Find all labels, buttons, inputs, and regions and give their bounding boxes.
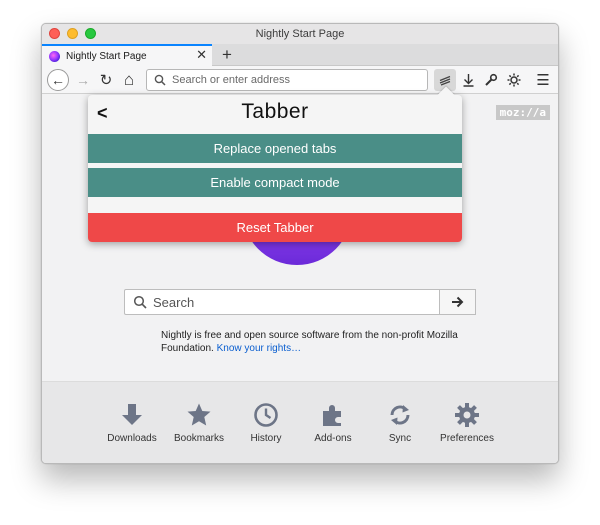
browser-window: Nightly Start Page Nightly Start Page ✕ …: [41, 23, 559, 464]
launcher-downloads[interactable]: Downloads: [97, 402, 167, 444]
downloads-button[interactable]: [457, 69, 479, 91]
tab-nightly-start-page[interactable]: Nightly Start Page ✕: [42, 44, 212, 66]
back-button[interactable]: ←: [47, 69, 69, 91]
navigation-toolbar: ← → ↻ ⌂ Search or enter address ☰: [42, 66, 558, 94]
minimize-window-button[interactable]: [67, 28, 78, 39]
search-icon: [154, 74, 166, 86]
new-tab-button[interactable]: +: [216, 44, 238, 66]
menu-button[interactable]: ☰: [532, 69, 554, 91]
sync-icon: [390, 405, 410, 425]
launcher-addons[interactable]: Add-ons: [298, 402, 368, 444]
reload-button[interactable]: ↻: [95, 69, 117, 91]
wrench-icon: [485, 73, 498, 86]
zoom-window-button[interactable]: [85, 28, 96, 39]
enable-compact-mode-button[interactable]: Enable compact mode: [88, 168, 462, 197]
puzzle-icon: [323, 405, 341, 426]
search-icon: [133, 295, 147, 309]
launcher-history[interactable]: History: [231, 402, 301, 444]
forward-button[interactable]: →: [72, 69, 94, 91]
tab-strip: Nightly Start Page ✕ +: [42, 44, 558, 66]
nightly-favicon-icon: [49, 50, 60, 62]
search-submit-button[interactable]: [440, 289, 476, 315]
launcher-sync[interactable]: Sync: [365, 402, 435, 444]
extension-settings-button[interactable]: [503, 69, 525, 91]
search-input[interactable]: [153, 294, 433, 310]
tab-label: Nightly Start Page: [66, 50, 147, 62]
window-controls: [49, 28, 96, 39]
title-bar: Nightly Start Page: [42, 24, 558, 44]
search-box[interactable]: [124, 289, 440, 315]
launcher-bookmarks[interactable]: Bookmarks: [164, 402, 234, 444]
tabber-popup: Tabber < Replace opened tabs Enable comp…: [88, 86, 462, 242]
window-title: Nightly Start Page: [255, 28, 345, 40]
mozilla-logo: moz://a: [495, 105, 550, 120]
launcher-preferences[interactable]: Preferences: [432, 402, 502, 444]
download-arrow-icon: [463, 74, 473, 87]
about-description: Nightly is free and open source software…: [161, 330, 458, 354]
download-icon: [122, 404, 142, 425]
address-input[interactable]: [172, 74, 412, 86]
close-window-button[interactable]: [49, 28, 60, 39]
arrow-right-icon: [452, 296, 464, 308]
about-text: Nightly is free and open source software…: [161, 329, 461, 355]
tabber-icon: [439, 75, 451, 86]
tab-close-icon[interactable]: ✕: [196, 47, 207, 63]
sun-gear-icon: [507, 73, 521, 87]
search-form: [124, 289, 476, 315]
popup-title: Tabber: [241, 100, 309, 123]
know-your-rights-link[interactable]: Know your rights…: [217, 343, 301, 354]
address-bar[interactable]: [146, 69, 428, 91]
reset-tabber-button[interactable]: Reset Tabber: [88, 213, 462, 242]
replace-opened-tabs-button[interactable]: Replace opened tabs: [88, 134, 462, 163]
home-button[interactable]: ⌂: [118, 69, 140, 91]
popup-back-button[interactable]: <: [97, 103, 108, 124]
launcher-bar: Downloads Bookmarks History Add-ons Sync…: [42, 381, 558, 463]
star-icon: [187, 403, 211, 426]
developer-tools-button[interactable]: [480, 69, 502, 91]
gear-icon: [455, 403, 479, 427]
clock-icon: [254, 403, 278, 427]
